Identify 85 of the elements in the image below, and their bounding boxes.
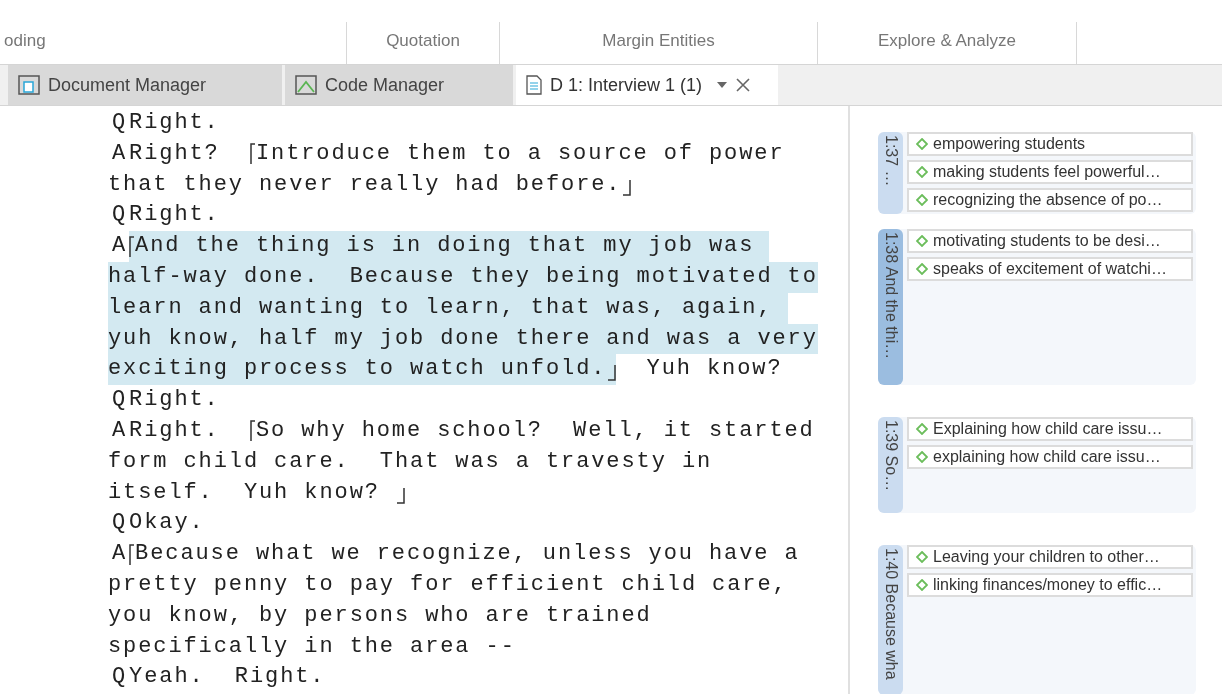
speaker-label: Q [112, 201, 128, 230]
document-tab[interactable]: Code Manager [285, 65, 513, 105]
transcript-text: Right. [129, 201, 220, 230]
code-chip[interactable]: explaining how child care issu… [907, 445, 1193, 469]
transcript-text: And the thing is in doing that my job was [135, 232, 756, 261]
speaker-label: A [112, 139, 128, 168]
transcript-text: Right. [129, 416, 221, 445]
transcript-text: So why home school? Well, it started [255, 416, 815, 445]
quotation-label: 1:40 Because wha [881, 548, 901, 682]
speaker-label: Q [112, 663, 128, 692]
code-label: empowering students [933, 134, 1086, 154]
code-label: recognizing the absence of po… [933, 190, 1163, 210]
code-label: speaks of excitement of watchi… [933, 259, 1167, 279]
code-diamond-icon [916, 194, 928, 206]
transcript-text: exciting process to watch unfold. [108, 355, 607, 384]
document-icon [526, 75, 542, 95]
code-diamond-icon [916, 235, 928, 247]
speaker-label: Q [112, 109, 128, 137]
transcript-text: specifically in the area -- [108, 632, 516, 661]
tab-label: D 1: Interview 1 (1) [550, 73, 703, 97]
code-diamond-icon [916, 579, 928, 591]
quotation-tab[interactable]: 1:40 Because wha [878, 545, 903, 694]
code-label: linking finances/money to effic… [933, 575, 1163, 595]
transcript-text: Yeah. Right. [129, 663, 326, 692]
speaker-label: A [112, 232, 128, 261]
transcript-text: Right. [129, 109, 220, 137]
code-diamond-icon [916, 166, 928, 178]
code-label: making students feel powerful… [933, 162, 1161, 182]
transcript-text: form child care. That was a travesty in [108, 447, 713, 476]
quotation-label: 1:39 So… [881, 420, 901, 494]
quote-start-icon [249, 143, 256, 166]
transcript-text: learn and wanting to learn, that was, again, [108, 293, 774, 322]
code-label: Explaining how child care issu… [933, 419, 1163, 439]
transcript-text: Okay. [129, 509, 205, 538]
code-chip[interactable]: Leaving your children to other… [907, 545, 1193, 569]
code-chip[interactable]: recognizing the absence of po… [907, 188, 1193, 212]
code-chip[interactable]: empowering students [907, 132, 1193, 156]
code-diamond-icon [916, 263, 928, 275]
code-label: motivating students to be desi… [933, 231, 1161, 251]
transcript-text: you know, by persons who are trained [108, 601, 652, 630]
document-stack-icon [18, 75, 40, 95]
close-icon[interactable] [736, 78, 751, 92]
dropdown-caret-icon[interactable] [716, 81, 729, 89]
speaker-label: A [112, 540, 128, 569]
quotation-label: 1:37 … [881, 135, 901, 189]
code-chip[interactable]: Explaining how child care issu… [907, 417, 1193, 441]
transcript-text: pretty penny to pay for efficient child care, [108, 570, 788, 599]
transcript-text: itself. Yuh know? [108, 478, 381, 507]
speaker-label: A [112, 416, 128, 445]
code-chip[interactable]: speaks of excitement of watchi… [907, 257, 1193, 281]
transcript-text: half-way done. Because they being motivated to [108, 263, 818, 291]
document-tab[interactable]: Document Manager [8, 65, 282, 105]
transcript-text: Yuh know? [645, 355, 783, 384]
code-chip[interactable]: motivating students to be desi… [907, 229, 1193, 253]
speaker-label: Q [112, 509, 128, 538]
quotation-tab[interactable]: 1:38 And the thi… [878, 229, 903, 385]
ribbon-group-label: Quotation [386, 30, 460, 53]
tab-label: Code Manager [325, 73, 445, 97]
code-diamond-icon [916, 138, 928, 150]
quotation-tab[interactable]: 1:39 So… [878, 417, 903, 513]
code-diamond-icon [916, 451, 928, 463]
ribbon-group-label: oding [4, 30, 46, 53]
quote-start-icon [129, 235, 136, 258]
document-tab[interactable]: D 1: Interview 1 (1) [516, 65, 778, 105]
code-tree-icon [295, 75, 317, 95]
code-diamond-icon [916, 551, 928, 563]
transcript-text: Because what we recognize, unless you have a [135, 540, 800, 569]
transcript-text: Introduce them to a source of power [255, 139, 785, 168]
ribbon-group-label: Explore & Analyze [878, 30, 1016, 53]
code-label: explaining how child care issu… [933, 447, 1161, 467]
code-label: Leaving your children to other… [933, 547, 1160, 567]
tab-label: Document Manager [48, 73, 207, 97]
transcript-text: that they never really had before. [108, 170, 622, 199]
transcript-text: Right? [129, 139, 221, 168]
quote-start-icon [129, 543, 136, 566]
code-chip[interactable]: making students feel powerful… [907, 160, 1193, 184]
ribbon-group-label: Margin Entities [602, 30, 715, 53]
quotation-tab[interactable]: 1:37 … [878, 132, 903, 214]
quotation-label: 1:38 And the thi… [881, 232, 901, 362]
transcript-text: yuh know, half my job done there and was a very [108, 324, 818, 353]
transcript-text: Right. [129, 386, 220, 415]
quote-start-icon [249, 420, 256, 443]
speaker-label: Q [112, 386, 128, 415]
code-diamond-icon [916, 423, 928, 435]
code-chip[interactable]: linking finances/money to effic… [907, 573, 1193, 597]
